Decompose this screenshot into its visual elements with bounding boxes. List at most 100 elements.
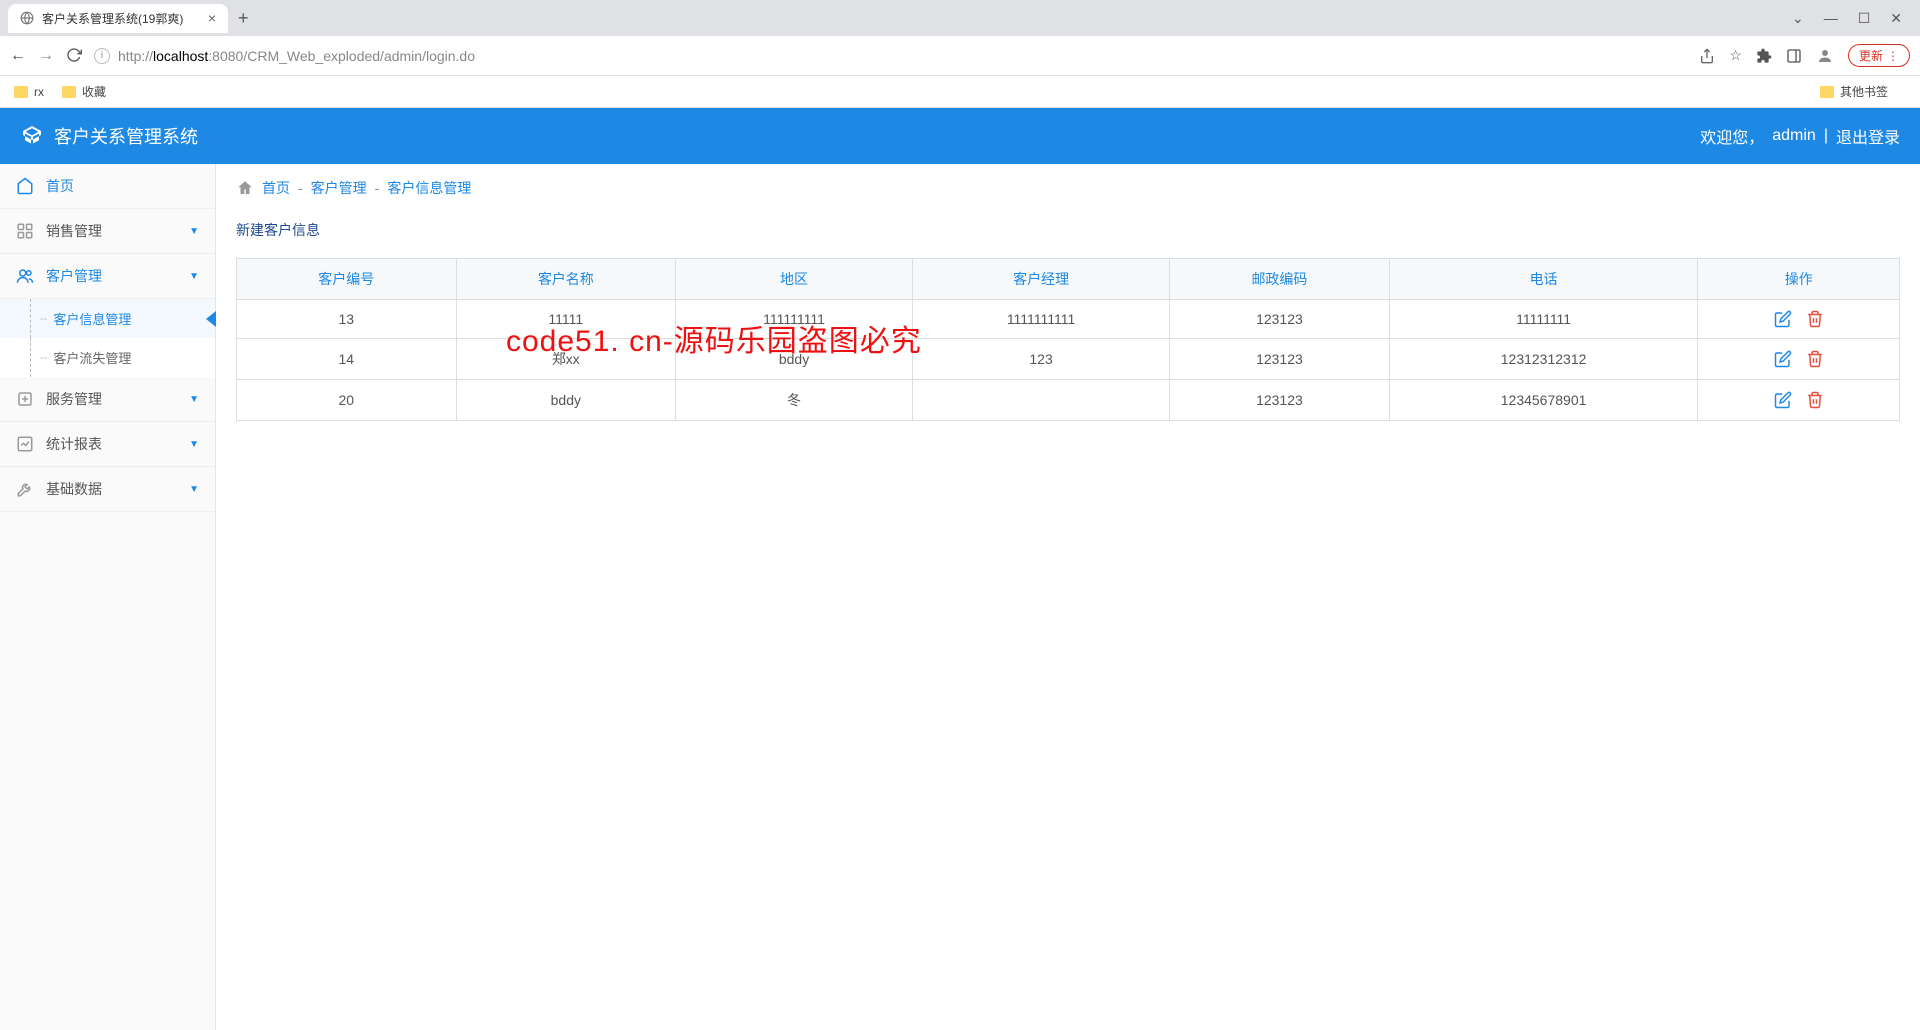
cell-action — [1698, 339, 1900, 380]
sidebar-label: 统计报表 — [46, 434, 102, 454]
th-region: 地区 — [676, 259, 913, 300]
cell-phone: 12345678901 — [1389, 380, 1698, 421]
delete-icon[interactable] — [1806, 350, 1824, 368]
logout-link[interactable]: 退出登录 — [1836, 124, 1900, 148]
cell-id: 14 — [237, 339, 457, 380]
address-bar: ← → i http://localhost:8080/CRM_Web_expl… — [0, 36, 1920, 76]
cell-phone: 12312312312 — [1389, 339, 1698, 380]
delete-icon[interactable] — [1806, 391, 1824, 409]
bookmark-other[interactable]: 其他书签 — [1820, 83, 1888, 100]
cell-postal: 123123 — [1170, 380, 1390, 421]
sidebar-item-service[interactable]: 服务管理 ▼ — [0, 377, 215, 422]
url-box[interactable]: i http://localhost:8080/CRM_Web_exploded… — [94, 48, 1687, 64]
tools-icon — [16, 480, 36, 498]
sidebar-sub-label: 客户流失管理 — [53, 348, 131, 367]
chevron-down-icon: ▼ — [189, 394, 199, 405]
main-content: 首页 - 客户管理 - 客户信息管理 新建客户信息 客户编号 客户名称 地区 客… — [216, 164, 1920, 1030]
dropdown-icon[interactable]: ⌄ — [1792, 10, 1804, 27]
breadcrumb-home[interactable]: 首页 — [262, 178, 290, 198]
profile-icon[interactable] — [1816, 46, 1834, 64]
delete-icon[interactable] — [1806, 310, 1824, 328]
app-header: 客户关系管理系统 欢迎您， admin | 退出登录 — [0, 108, 1920, 164]
tab-title: 客户关系管理系统(19郭爽) — [42, 10, 183, 27]
cell-manager: 123 — [912, 339, 1169, 380]
sidebar-item-sales[interactable]: 销售管理 ▼ — [0, 209, 215, 254]
cell-id: 13 — [237, 300, 457, 339]
cell-id: 20 — [237, 380, 457, 421]
sidebar-item-home[interactable]: 首页 — [0, 164, 215, 209]
minimize-icon[interactable]: — — [1824, 10, 1838, 27]
cell-region: 冬 — [676, 380, 913, 421]
cell-region: bddy — [676, 339, 913, 380]
cell-action — [1698, 380, 1900, 421]
site-info-icon[interactable]: i — [94, 48, 110, 64]
new-tab-button[interactable]: + — [238, 8, 249, 29]
window-controls: ⌄ — ☐ ✕ — [1792, 10, 1912, 27]
sidebar-sub-customer-loss[interactable]: --客户流失管理 — [0, 338, 215, 377]
update-button[interactable]: 更新⋮ — [1848, 44, 1910, 67]
url-text: http://localhost:8080/CRM_Web_exploded/a… — [118, 48, 475, 64]
cell-region: 111111111 — [676, 300, 913, 339]
table-row: 20bddy冬12312312345678901 — [237, 380, 1900, 421]
users-icon — [16, 267, 36, 285]
breadcrumb-l2[interactable]: 客户信息管理 — [387, 178, 471, 198]
active-arrow-icon — [206, 311, 216, 327]
maximize-icon[interactable]: ☐ — [1858, 10, 1871, 27]
browser-tab[interactable]: 客户关系管理系统(19郭爽) × — [8, 4, 228, 33]
side-panel-icon[interactable] — [1786, 47, 1802, 64]
star-icon[interactable]: ☆ — [1729, 47, 1742, 64]
folder-icon — [62, 86, 76, 98]
chevron-down-icon: ▼ — [189, 271, 199, 282]
sidebar-sub-customer-info[interactable]: --客户信息管理 — [0, 299, 215, 338]
edit-icon[interactable] — [1774, 350, 1792, 368]
breadcrumb: 首页 - 客户管理 - 客户信息管理 — [236, 164, 1900, 212]
sidebar-item-stats[interactable]: 统计报表 ▼ — [0, 422, 215, 467]
close-tab-icon[interactable]: × — [208, 10, 216, 26]
sidebar-subitems: --客户信息管理 --客户流失管理 — [0, 299, 215, 377]
sidebar-label: 基础数据 — [46, 479, 102, 499]
th-name: 客户名称 — [456, 259, 676, 300]
close-window-icon[interactable]: ✕ — [1890, 10, 1902, 27]
edit-icon[interactable] — [1774, 391, 1792, 409]
username: admin — [1772, 127, 1816, 145]
sidebar-label: 服务管理 — [46, 389, 102, 409]
chart-icon — [16, 435, 36, 453]
cell-name: 郑xx — [456, 339, 676, 380]
customer-table: 客户编号 客户名称 地区 客户经理 邮政编码 电话 操作 13111111111… — [236, 258, 1900, 421]
chevron-down-icon: ▼ — [189, 226, 199, 237]
service-icon — [16, 390, 36, 408]
sidebar-item-customer[interactable]: 客户管理 ▼ — [0, 254, 215, 299]
extensions-icon[interactable] — [1756, 47, 1772, 64]
sidebar-sub-label: 客户信息管理 — [53, 309, 131, 328]
header-right: 欢迎您， admin | 退出登录 — [1700, 124, 1900, 148]
globe-icon — [20, 11, 34, 26]
chevron-down-icon: ▼ — [189, 439, 199, 450]
edit-icon[interactable] — [1774, 310, 1792, 328]
sidebar-item-base[interactable]: 基础数据 ▼ — [0, 467, 215, 512]
table-header-row: 客户编号 客户名称 地区 客户经理 邮政编码 电话 操作 — [237, 259, 1900, 300]
reload-button[interactable] — [66, 47, 82, 65]
breadcrumb-l1[interactable]: 客户管理 — [311, 178, 367, 198]
bookmark-bar: rx 收藏 其他书签 — [0, 76, 1920, 108]
share-icon[interactable] — [1699, 47, 1715, 64]
folder-icon — [1820, 86, 1834, 98]
bookmark-fav[interactable]: 收藏 — [62, 83, 106, 100]
header-sep: | — [1824, 127, 1828, 145]
cell-manager — [912, 380, 1169, 421]
browser-chrome: 客户关系管理系统(19郭爽) × + ⌄ — ☐ ✕ ← → i http://… — [0, 0, 1920, 108]
cell-postal: 123123 — [1170, 339, 1390, 380]
app-logo: 客户关系管理系统 — [20, 123, 198, 149]
th-action: 操作 — [1698, 259, 1900, 300]
forward-button[interactable]: → — [38, 47, 54, 65]
new-customer-link[interactable]: 新建客户信息 — [236, 212, 320, 258]
folder-icon — [14, 86, 28, 98]
cell-phone: 11111111 — [1389, 300, 1698, 339]
back-button[interactable]: ← — [10, 47, 26, 65]
sidebar-label: 首页 — [46, 176, 74, 196]
cell-action — [1698, 300, 1900, 339]
cell-postal: 123123 — [1170, 300, 1390, 339]
th-postal: 邮政编码 — [1170, 259, 1390, 300]
home-icon — [16, 177, 36, 195]
breadcrumb-sep: - — [298, 180, 303, 196]
bookmark-rx[interactable]: rx — [14, 85, 44, 99]
